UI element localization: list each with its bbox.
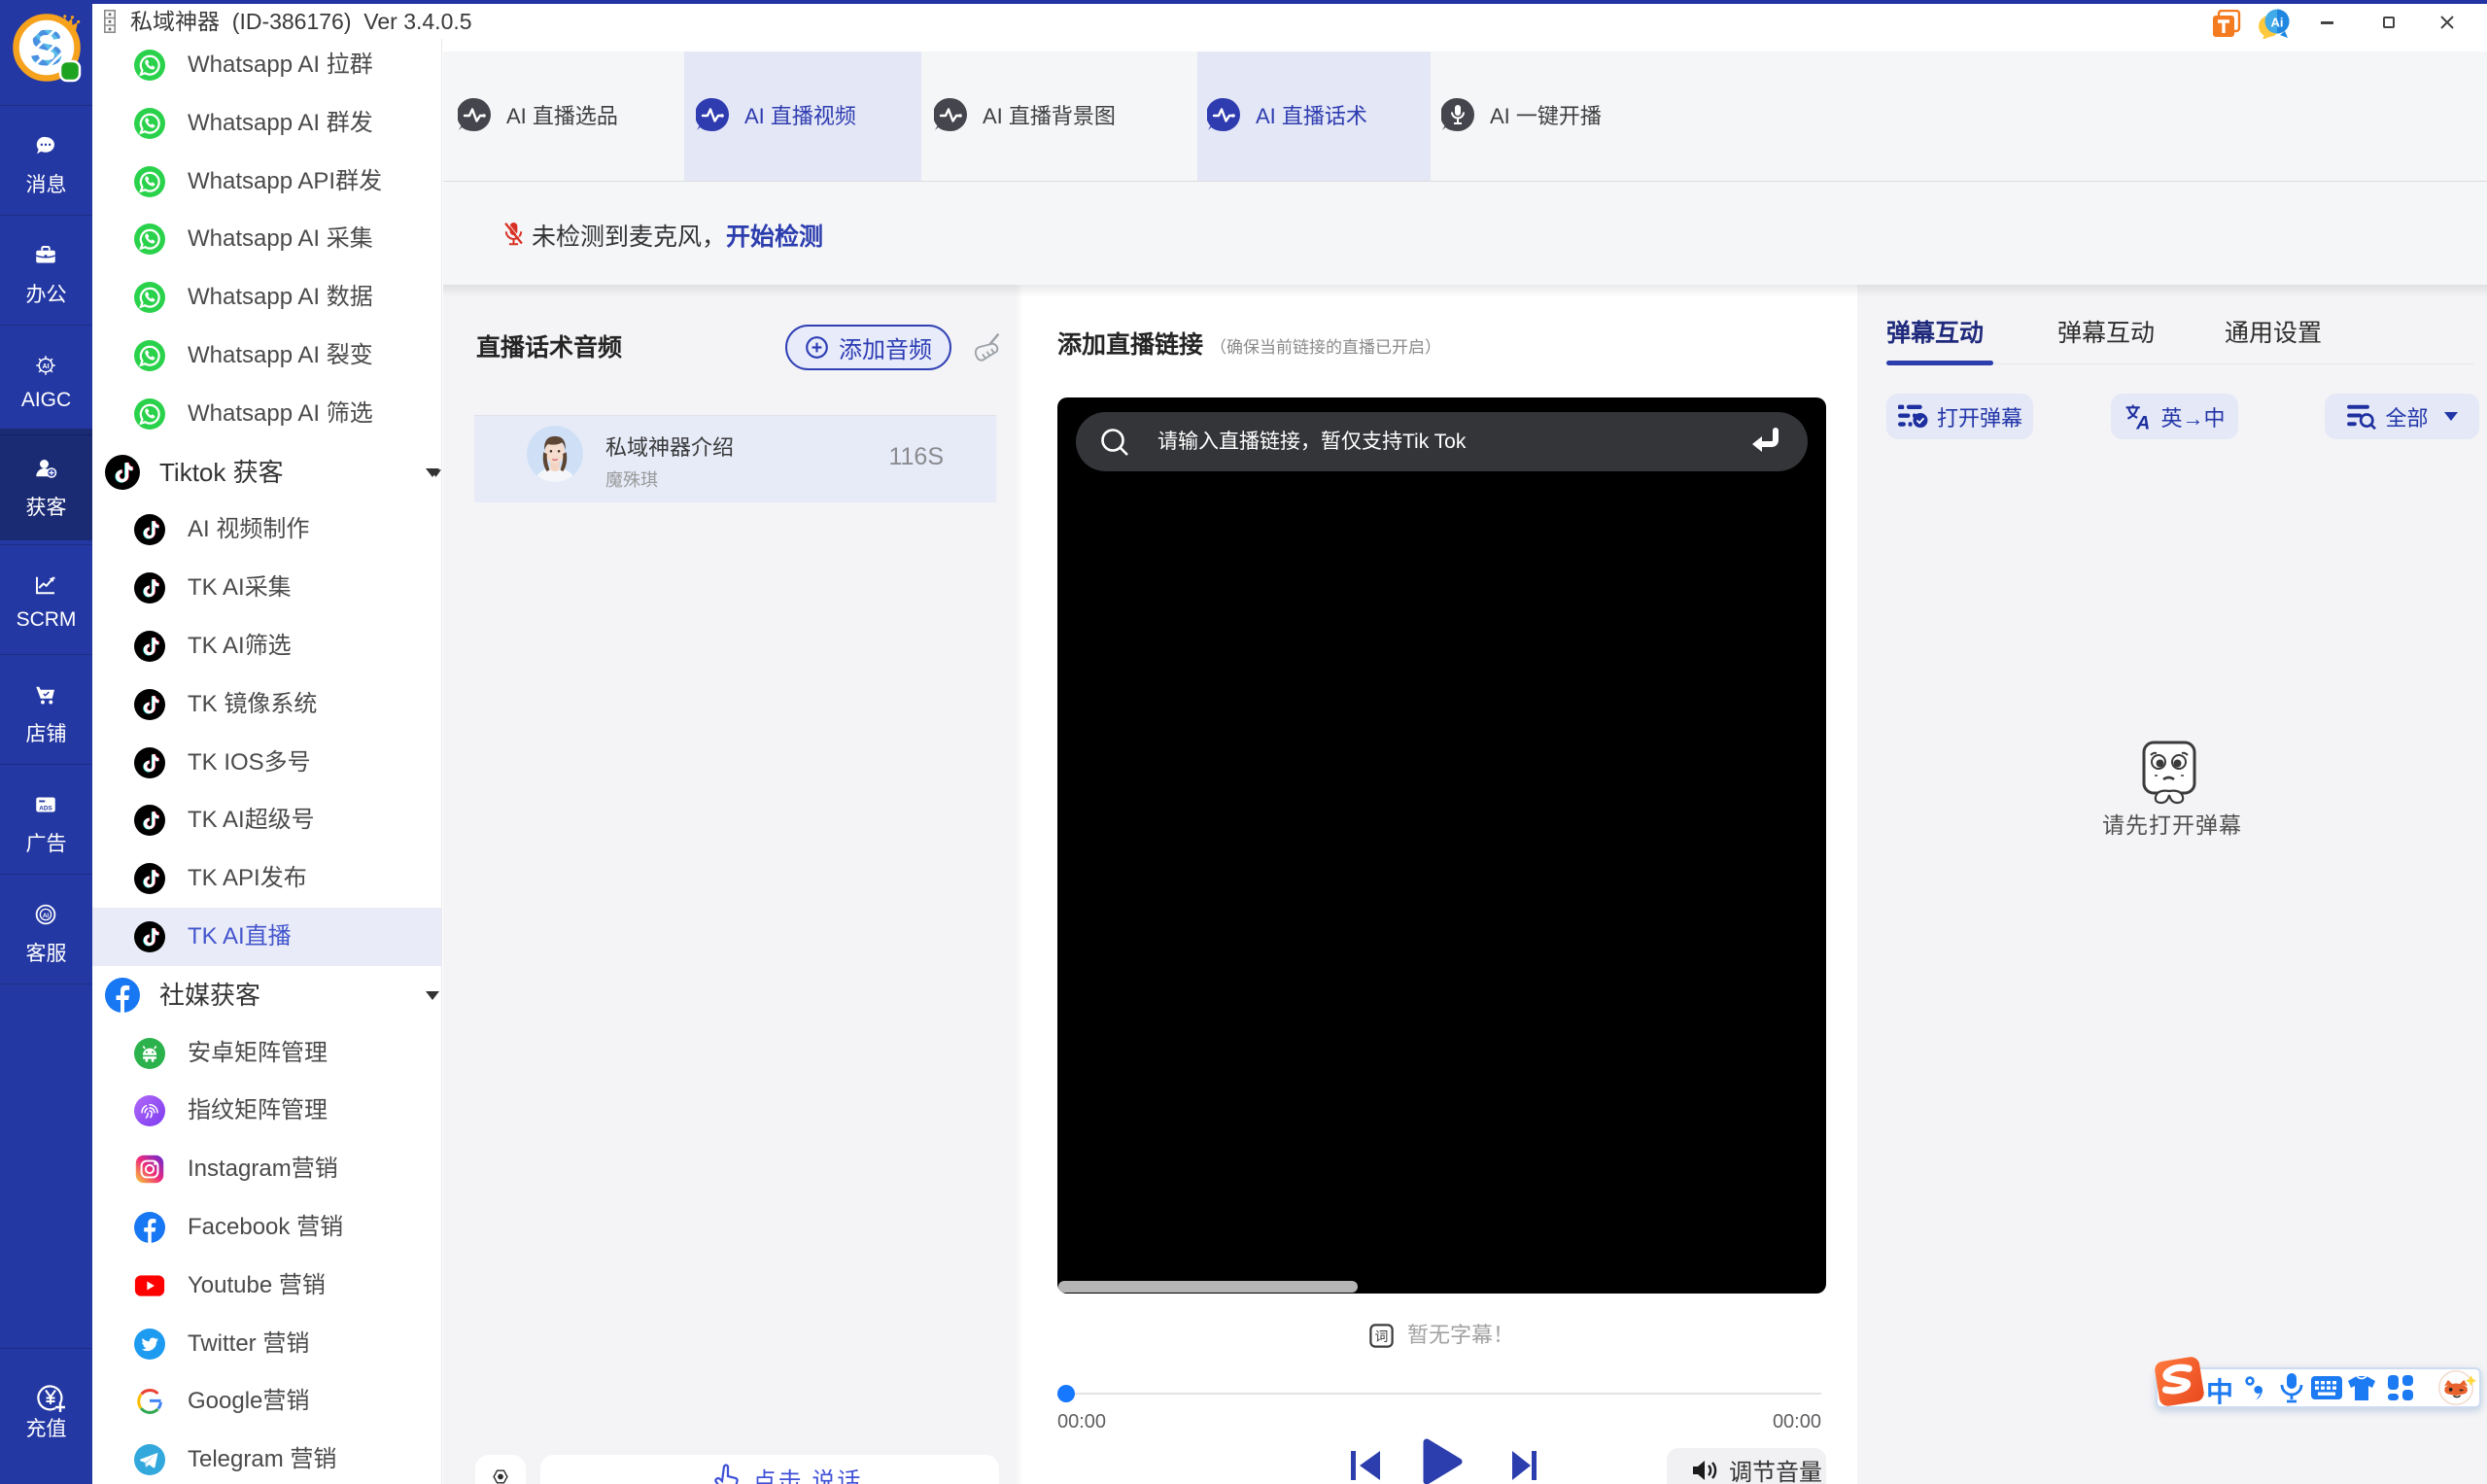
svg-text:Ai: Ai (2271, 16, 2284, 30)
svg-text:词: 词 (1375, 1329, 1389, 1344)
svg-text:ADS: ADS (39, 805, 52, 811)
svg-text:AI: AI (42, 362, 49, 370)
svg-text:AI: AI (43, 913, 50, 919)
svg-text:A: A (2136, 412, 2151, 431)
svg-text:S: S (30, 20, 64, 77)
